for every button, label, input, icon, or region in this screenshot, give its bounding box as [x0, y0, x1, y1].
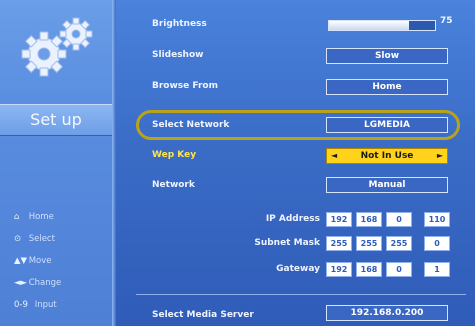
ip-address-octet-2[interactable]: 168 [356, 212, 382, 227]
legend-label: Move [28, 256, 52, 266]
section-label-setup: Set up [0, 104, 112, 136]
slideshow-label: Slideshow [152, 50, 204, 60]
legend-change: ◄► Change [14, 278, 61, 288]
subnet-mask-octet-2[interactable]: 255 [356, 236, 382, 251]
subnet-mask-label: Subnet Mask [254, 238, 320, 248]
setup-screen: Set up ⌂ Home ⊙ Select ▲▼ Move ◄► Change… [0, 0, 475, 326]
legend-label: Select [28, 234, 55, 244]
media-server-label: Select Media Server [152, 310, 254, 320]
slideshow-select[interactable]: Slow [326, 48, 448, 64]
gateway-octet-3[interactable]: 0 [386, 262, 412, 277]
legend-input: 0-9 Input [14, 300, 57, 310]
legend-home: ⌂ Home [14, 212, 54, 222]
subnet-mask-octet-3[interactable]: 255 [386, 236, 412, 251]
wep-key-selector[interactable]: Not In Use ◄ ► [326, 148, 448, 164]
network-mode-select[interactable]: Manual [326, 177, 448, 193]
browse-from-select[interactable]: Home [326, 79, 448, 95]
arrow-right-icon[interactable]: ► [437, 149, 443, 163]
gears-icon [21, 17, 93, 77]
gateway-label: Gateway [276, 264, 320, 274]
legend-label: Home [28, 212, 54, 222]
gateway-octet-1[interactable]: 192 [326, 262, 352, 277]
gateway-octet-4[interactable]: 1 [424, 262, 450, 277]
brightness-value: 75 [440, 16, 453, 26]
network-label: Network [152, 180, 195, 190]
legend-move: ▲▼ Move [14, 256, 52, 266]
sidebar: Set up ⌂ Home ⊙ Select ▲▼ Move ◄► Change… [0, 0, 112, 326]
brightness-label: Brightness [152, 19, 207, 29]
move-icon: ▲▼ [14, 256, 28, 266]
ip-address-octet-4[interactable]: 110 [424, 212, 450, 227]
brightness-slider-fill [329, 21, 409, 30]
select-network-select[interactable]: LGMEDIA [326, 117, 448, 133]
select-icon: ⊙ [14, 234, 22, 244]
legend-label: Change [28, 278, 62, 288]
select-network-label: Select Network [152, 120, 230, 130]
gateway-octet-2[interactable]: 168 [356, 262, 382, 277]
change-icon: ◄► [14, 278, 28, 288]
ip-address-octet-1[interactable]: 192 [326, 212, 352, 227]
subnet-mask-octet-4[interactable]: 0 [424, 236, 450, 251]
brightness-slider[interactable] [328, 20, 436, 31]
sidebar-divider [112, 0, 116, 326]
legend-label: Input [34, 300, 57, 310]
wep-key-value: Not In Use [360, 151, 414, 161]
subnet-mask-octet-1[interactable]: 255 [326, 236, 352, 251]
legend-select: ⊙ Select [14, 234, 55, 244]
wep-key-label: Wep Key [152, 150, 197, 160]
arrow-left-icon[interactable]: ◄ [331, 149, 337, 163]
browse-from-label: Browse From [152, 81, 218, 91]
media-server-select[interactable]: 192.168.0.200 [326, 305, 448, 321]
ip-address-label: IP Address [265, 214, 320, 224]
ip-address-octet-3[interactable]: 0 [386, 212, 412, 227]
input-icon: 0-9 [14, 300, 28, 310]
divider [136, 294, 466, 295]
home-icon: ⌂ [14, 212, 20, 222]
